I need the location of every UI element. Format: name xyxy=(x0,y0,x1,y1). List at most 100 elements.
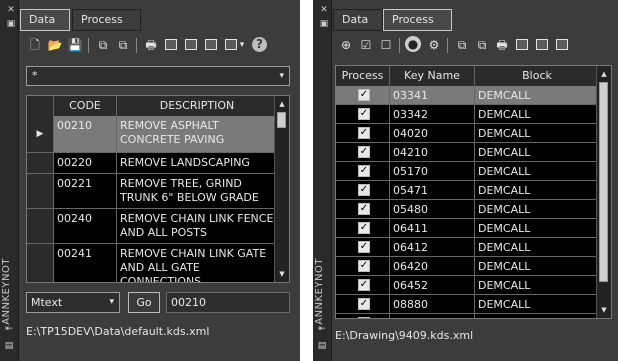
tab-data[interactable]: Data xyxy=(20,9,70,31)
column-header-code[interactable]: CODE xyxy=(54,96,117,116)
insert-mode-select[interactable]: Mtext ▾ xyxy=(26,292,120,313)
table-row[interactable]: ✓ 05170 DEMCALL xyxy=(336,162,597,181)
table-row[interactable]: 00240 REMOVE CHAIN LINK FENCE AND ALL PO… xyxy=(27,209,275,244)
process-checkbox[interactable]: ✓ xyxy=(358,108,370,120)
status-path: E:\Drawing\9409.kds.xml xyxy=(335,329,474,342)
column-header-description[interactable]: DESCRIPTION xyxy=(117,96,277,116)
code-cell: 00220 xyxy=(54,153,117,173)
table-row[interactable]: 00220 REMOVE LANDSCAPING xyxy=(27,153,275,174)
scrollbar-thumb[interactable] xyxy=(277,112,286,128)
table-row[interactable]: ✓ 05471 DEMCALL xyxy=(336,181,597,200)
chevron-down-icon[interactable]: ▾ xyxy=(237,36,247,54)
table-row[interactable]: ✓ 05480 DEMCALL xyxy=(336,200,597,219)
menu-icon[interactable]: ▤ xyxy=(2,340,16,352)
scroll-up-icon[interactable]: ▲ xyxy=(597,68,611,80)
process-checkbox[interactable]: ✓ xyxy=(358,146,370,158)
process-checkbox[interactable]: ✓ xyxy=(358,165,370,177)
block-cell: DEMCALL xyxy=(478,108,531,121)
process-checkbox[interactable]: ✓ xyxy=(358,184,370,196)
palette-title-label: ANNKEYNOT xyxy=(1,258,12,325)
pin-icon[interactable]: ⇤ xyxy=(315,323,329,335)
table-row[interactable]: 00221 REMOVE TREE, GRIND TRUNK 6" BELOW … xyxy=(27,174,275,209)
grid-view-icon[interactable] xyxy=(162,36,180,54)
process-checkbox[interactable]: ✓ xyxy=(358,203,370,215)
table-scrollbar[interactable]: ▲ ▼ xyxy=(274,96,289,282)
toolbar-separator xyxy=(447,38,448,53)
table-settings-icon[interactable] xyxy=(533,36,551,54)
scroll-down-icon[interactable]: ▼ xyxy=(597,304,611,316)
copy-icon[interactable]: ⧉ xyxy=(453,36,471,54)
table-row[interactable]: ✓ 06452 DEMCALL xyxy=(336,276,597,295)
table-row[interactable]: 00241 REMOVE CHAIN LINK GATE AND ALL GAT… xyxy=(27,244,275,282)
target-icon[interactable]: ⊕ xyxy=(337,36,355,54)
table-settings-icon[interactable] xyxy=(182,36,200,54)
process-checkbox[interactable]: ✓ xyxy=(358,241,370,253)
palette-title-label: ANNKEYNOT xyxy=(314,258,325,325)
process-checkbox[interactable]: ✓ xyxy=(358,298,370,310)
column-header-key-name[interactable]: Key Name xyxy=(390,66,475,86)
menu-icon[interactable]: ▤ xyxy=(315,340,329,352)
paste-icon[interactable]: ⧉ xyxy=(473,36,491,54)
filter-value: * xyxy=(32,69,38,82)
code-input[interactable]: 00210 xyxy=(166,292,290,313)
export-icon[interactable] xyxy=(553,36,571,54)
process-cell: ✓ xyxy=(336,295,390,313)
copy-to-icon[interactable]: ⧉ xyxy=(94,36,112,54)
process-table: Process Key Name Block ✓ 03341 DEMCALL ✓ 033… xyxy=(335,65,612,319)
export-icon[interactable] xyxy=(202,36,220,54)
column-header-process[interactable]: Process xyxy=(336,66,390,86)
process-checkbox[interactable]: ✓ xyxy=(358,127,370,139)
close-icon[interactable]: ✕ xyxy=(4,4,18,16)
table-row[interactable]: ▶ 00210 REMOVE ASPHALT CONCRETE PAVING xyxy=(27,116,277,153)
process-checkbox[interactable]: ✓ xyxy=(358,89,370,101)
insert-mode-value: Mtext xyxy=(31,296,63,309)
window-icon[interactable]: ▣ xyxy=(317,18,331,30)
scrollbar-thumb[interactable] xyxy=(599,82,608,282)
copy-from-icon[interactable]: ⧉ xyxy=(114,36,132,54)
open-folder-icon[interactable]: 📂 xyxy=(46,36,64,54)
go-button[interactable]: Go xyxy=(128,292,160,313)
window-icon[interactable]: ▣ xyxy=(4,18,18,30)
key-name-cell: 05471 xyxy=(390,181,475,199)
process-checkbox[interactable]: ✓ xyxy=(358,222,370,234)
help-icon[interactable]: ? xyxy=(252,37,267,52)
save-icon[interactable]: 💾 xyxy=(66,36,84,54)
process-cell: ✓ xyxy=(336,162,390,180)
table-row[interactable]: ✓ 06411 DEMCALL xyxy=(336,219,597,238)
grid-view-icon[interactable] xyxy=(513,36,531,54)
key-name-cell: 03342 xyxy=(390,105,475,123)
new-file-icon[interactable]: 🗋 xyxy=(26,36,44,54)
close-icon[interactable]: ✕ xyxy=(317,4,331,16)
table-row[interactable]: ✓ 03342 DEMCALL xyxy=(336,105,597,124)
table-row[interactable]: ✓ 06420 DEMCALL xyxy=(336,257,597,276)
left-palette: ✕ ▣ ANNKEYNOT ⇤ ▤ Data Process 🗋 📂 💾 ⧉ ⧉… xyxy=(0,0,300,361)
process-checkbox[interactable]: ✓ xyxy=(358,260,370,272)
pin-icon[interactable]: ⇤ xyxy=(2,323,16,335)
process-cell: ✓ xyxy=(336,200,390,218)
tab-process[interactable]: Process xyxy=(72,9,141,31)
scroll-up-icon[interactable]: ▲ xyxy=(275,98,289,110)
table-row[interactable]: ✓ 06412 DEMCALL xyxy=(336,238,597,257)
process-cell: ✓ xyxy=(336,143,390,161)
toolbar-separator xyxy=(399,38,400,53)
filter-combo[interactable]: * ▾ xyxy=(26,66,290,86)
table-row[interactable]: ✓ 04020 DEMCALL xyxy=(336,124,597,143)
table-row[interactable]: ✓ 04210 DEMCALL xyxy=(336,143,597,162)
tab-process[interactable]: Process xyxy=(383,9,452,31)
table-row[interactable]: ✓ 08880 DEMCALL xyxy=(336,295,597,314)
tab-data[interactable]: Data xyxy=(333,9,383,31)
print-icon[interactable]: 🖶 xyxy=(493,36,511,54)
check-all-icon[interactable]: ☑ xyxy=(357,36,375,54)
run-icon[interactable]: ● xyxy=(405,36,421,52)
process-checkbox[interactable]: ✓ xyxy=(358,279,370,291)
column-header-block[interactable]: Block xyxy=(475,66,599,86)
block-cell: DEMCALL xyxy=(478,165,531,178)
scroll-down-icon[interactable]: ▼ xyxy=(275,268,289,280)
table-row[interactable]: ✓ 03341 DEMCALL xyxy=(336,86,599,105)
gear-icon[interactable]: ⚙ xyxy=(425,36,443,54)
print-icon[interactable]: 🖶 xyxy=(142,36,160,54)
uncheck-all-icon[interactable]: ☐ xyxy=(377,36,395,54)
table-row[interactable]: ✓ 09611DEMCALL xyxy=(336,314,597,318)
process-checkbox[interactable]: ✓ xyxy=(358,317,370,318)
table-scrollbar[interactable]: ▲ ▼ xyxy=(596,66,611,318)
